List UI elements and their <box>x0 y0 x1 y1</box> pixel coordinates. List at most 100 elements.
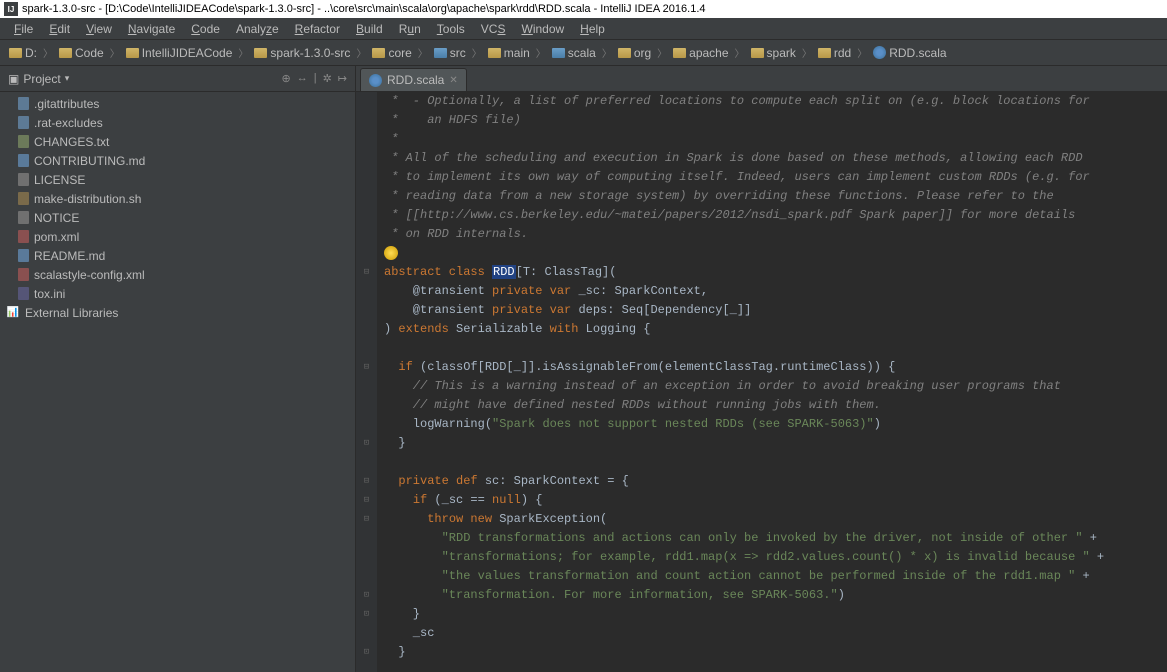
fold-icon[interactable]: ⊟ <box>356 472 377 491</box>
collapse-all-icon[interactable]: ⊕ <box>281 72 290 85</box>
xml-file-icon <box>18 268 29 281</box>
menu-code[interactable]: Code <box>183 20 228 38</box>
file-icon <box>18 116 29 129</box>
scala-file-icon <box>369 74 382 87</box>
library-icon: 📊 <box>6 306 20 320</box>
folder-icon <box>59 48 72 58</box>
fold-icon[interactable]: ⊡ <box>356 434 377 453</box>
folder-icon <box>434 48 447 58</box>
menu-file[interactable]: File <box>6 20 41 38</box>
menu-vcs[interactable]: VCS <box>473 20 514 38</box>
chevron-right-icon: 〉 <box>536 45 546 60</box>
breadcrumb: D: 〉 Code 〉 IntelliJIDEACode 〉 spark-1.3… <box>6 45 950 61</box>
chevron-right-icon: 〉 <box>602 45 612 60</box>
lightbulb-icon[interactable] <box>384 246 398 260</box>
hide-icon[interactable]: ↦ <box>338 72 347 85</box>
sidebar-actions: ⊕ ↔ | ✲ ↦ <box>281 72 347 85</box>
folder-icon <box>618 48 631 58</box>
tree-item-pom[interactable]: pom.xml <box>0 227 355 246</box>
sidebar-title[interactable]: ▣ Project ▾ <box>8 72 281 86</box>
editor-tabs: RDD.scala ✕ <box>356 66 1167 92</box>
editor-area: RDD.scala ✕ ⊟ ⊟ ⊡ ⊟ ⊟ ⊟ ⊡ <box>356 66 1167 672</box>
window-titlebar: IJ spark-1.3.0-src - [D:\Code\IntelliJID… <box>0 0 1167 18</box>
crumb-rdd[interactable]: rdd <box>815 45 854 61</box>
xml-file-icon <box>18 230 29 243</box>
tree-item-license[interactable]: LICENSE <box>0 170 355 189</box>
fold-icon[interactable]: ⊟ <box>356 510 377 529</box>
crumb-spark[interactable]: spark <box>748 45 799 61</box>
folder-icon <box>372 48 385 58</box>
folder-icon <box>673 48 686 58</box>
menu-view[interactable]: View <box>78 20 120 38</box>
chevron-right-icon: 〉 <box>356 45 366 60</box>
code-editor[interactable]: ⊟ ⊟ ⊡ ⊟ ⊟ ⊟ ⊡ ⊡ ⊡ * - Optionally, a list… <box>356 92 1167 672</box>
sidebar-header: ▣ Project ▾ ⊕ ↔ | ✲ ↦ <box>0 66 355 92</box>
tree-item-contributing[interactable]: CONTRIBUTING.md <box>0 151 355 170</box>
menu-analyze[interactable]: Analyze <box>228 20 287 38</box>
app-icon: IJ <box>4 2 18 16</box>
menu-help[interactable]: Help <box>572 20 613 38</box>
crumb-code[interactable]: Code <box>56 45 107 61</box>
menu-tools[interactable]: Tools <box>429 20 473 38</box>
menu-refactor[interactable]: Refactor <box>287 20 348 38</box>
menu-run[interactable]: Run <box>391 20 429 38</box>
chevron-right-icon: 〉 <box>735 45 745 60</box>
scroll-from-source-icon[interactable]: ↔ <box>297 72 308 85</box>
fold-icon[interactable]: ⊡ <box>356 586 377 605</box>
menu-build[interactable]: Build <box>348 20 391 38</box>
gear-icon[interactable]: ✲ <box>323 72 332 85</box>
folder-icon <box>818 48 831 58</box>
chevron-right-icon: 〉 <box>802 45 812 60</box>
tree-item-external-libs[interactable]: 📊External Libraries <box>0 303 355 322</box>
tree-item-changes[interactable]: CHANGES.txt <box>0 132 355 151</box>
navigation-breadcrumb-bar: D: 〉 Code 〉 IntelliJIDEACode 〉 spark-1.3… <box>0 40 1167 66</box>
crumb-project[interactable]: spark-1.3.0-src <box>251 45 353 61</box>
crumb-src[interactable]: src <box>431 45 469 61</box>
menu-window[interactable]: Window <box>513 20 572 38</box>
fold-icon[interactable]: ⊡ <box>356 605 377 624</box>
editor-gutter[interactable]: ⊟ ⊟ ⊡ ⊟ ⊟ ⊟ ⊡ ⊡ ⊡ <box>356 92 378 672</box>
tree-item-readme[interactable]: README.md <box>0 246 355 265</box>
shell-file-icon <box>18 192 29 205</box>
close-icon[interactable]: ✕ <box>449 75 457 86</box>
text-file-icon <box>18 135 29 148</box>
tree-item-gitattributes[interactable]: .gitattributes <box>0 94 355 113</box>
divider-icon: | <box>314 72 317 85</box>
fold-icon[interactable]: ⊟ <box>356 491 377 510</box>
window-title: spark-1.3.0-src - [D:\Code\IntelliJIDEAC… <box>22 3 706 15</box>
ini-file-icon <box>18 287 29 300</box>
crumb-scala[interactable]: scala <box>549 45 599 61</box>
tree-item-notice[interactable]: NOTICE <box>0 208 355 227</box>
code-content[interactable]: * - Optionally, a list of preferred loca… <box>378 92 1167 672</box>
project-tree[interactable]: .gitattributes .rat-excludes CHANGES.txt… <box>0 92 355 672</box>
crumb-org[interactable]: org <box>615 45 654 61</box>
crumb-apache[interactable]: apache <box>670 45 731 61</box>
crumb-drive[interactable]: D: <box>6 45 40 61</box>
tab-rdd-scala[interactable]: RDD.scala ✕ <box>360 68 467 91</box>
menu-edit[interactable]: Edit <box>41 20 78 38</box>
file-icon <box>18 211 29 224</box>
selected-text: RDD <box>492 265 516 279</box>
crumb-core[interactable]: core <box>369 45 414 61</box>
chevron-right-icon: 〉 <box>857 45 867 60</box>
scala-file-icon <box>873 46 886 59</box>
markdown-file-icon <box>18 249 29 262</box>
tree-item-make-dist[interactable]: make-distribution.sh <box>0 189 355 208</box>
tree-item-scalastyle[interactable]: scalastyle-config.xml <box>0 265 355 284</box>
crumb-ijcode[interactable]: IntelliJIDEACode <box>123 45 236 61</box>
crumb-main[interactable]: main <box>485 45 533 61</box>
tree-item-tox[interactable]: tox.ini <box>0 284 355 303</box>
tab-label: RDD.scala <box>387 73 444 87</box>
tree-item-rat-excludes[interactable]: .rat-excludes <box>0 113 355 132</box>
chevron-right-icon: 〉 <box>110 45 120 60</box>
menu-navigate[interactable]: Navigate <box>120 20 183 38</box>
crumb-file[interactable]: RDD.scala <box>870 45 949 61</box>
fold-icon[interactable]: ⊟ <box>356 358 377 377</box>
chevron-right-icon: 〉 <box>657 45 667 60</box>
folder-icon <box>552 48 565 58</box>
project-tool-icon: ▣ <box>8 72 19 86</box>
fold-icon[interactable]: ⊟ <box>356 263 377 282</box>
fold-icon[interactable]: ⊡ <box>356 643 377 662</box>
chevron-right-icon: 〉 <box>238 45 248 60</box>
folder-icon <box>751 48 764 58</box>
